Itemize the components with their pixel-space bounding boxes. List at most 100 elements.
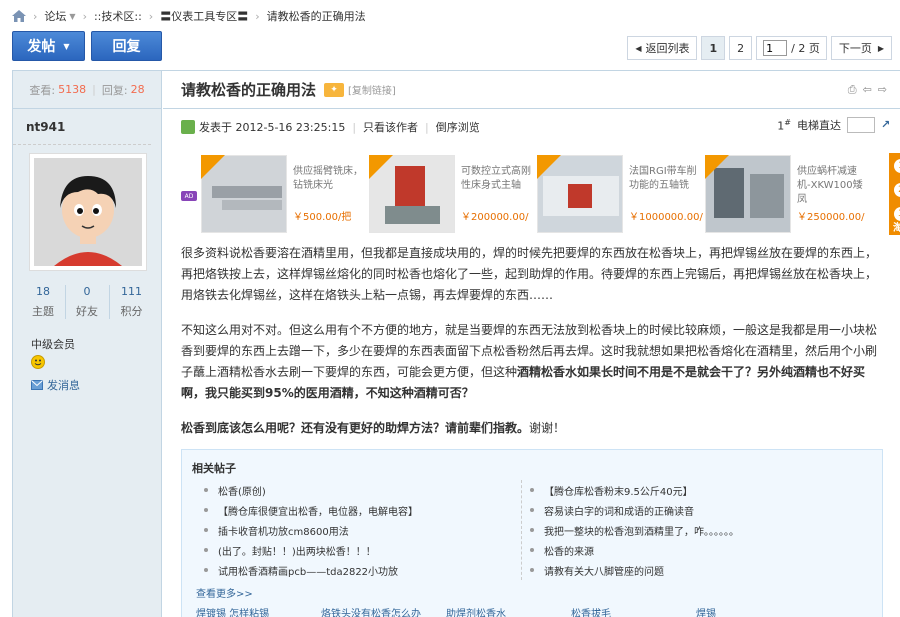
related-item-label: 松香的来源	[544, 546, 594, 558]
stat-label: 积分	[120, 305, 143, 318]
bullet-icon	[530, 528, 534, 532]
ad-strip: AD 供应摇臂铣床，钻铣床光 ￥500.00/把 可数控立式高刚性床身式主轴 ￥…	[181, 153, 900, 235]
next-page-button[interactable]: 下一页 ▶	[830, 36, 892, 60]
post-button[interactable]: 发帖 ▼	[12, 31, 85, 61]
breadcrumb-forum[interactable]: 论坛	[44, 8, 66, 24]
ad-item[interactable]: 法国RGI带车削功能的五轴铣 ￥1000000.00/	[535, 153, 703, 235]
breadcrumb-tech[interactable]: ::技术区::	[94, 8, 142, 24]
back-label: 返回列表	[645, 42, 690, 55]
page-input[interactable]	[763, 40, 788, 56]
ad-item[interactable]: 供应蜗杆减速机-XKW100矮凤 ￥250000.00/	[703, 153, 870, 235]
replies-label: 回复:	[101, 83, 128, 97]
related-item[interactable]: 我把一整块的松香泡到酒精里了，咋。。。。。。	[518, 520, 848, 540]
elevator-label: 电梯直达	[797, 119, 841, 132]
ad-item[interactable]: 供应摇臂铣床，钻铣床光 ￥500.00/把	[199, 153, 366, 235]
ad-price: ￥500.00/把	[293, 212, 352, 223]
ad-price: ￥250000.00/	[797, 212, 865, 223]
thread-frame: 查看: 5138 | 回复: 28 nt941 18 主题 0 好友 111 积…	[12, 70, 900, 617]
user-rank: 中级会员	[31, 338, 75, 351]
bullet-icon	[204, 508, 208, 512]
user-stat-topics[interactable]: 18 主题	[22, 285, 66, 319]
breadcrumb-separator: ›	[255, 9, 260, 23]
home-icon[interactable]	[12, 10, 26, 22]
related-tag[interactable]: 焊镀锡 怎样粘锡	[196, 605, 321, 617]
posted-prefix: 发表于	[199, 121, 232, 134]
related-tag[interactable]: 助焊剂松香水	[446, 605, 571, 617]
related-item-label: 插卡收音机功放cm8600用法	[218, 526, 349, 538]
related-item[interactable]: 松香的来源	[518, 540, 848, 560]
hot-badge-icon: ✦	[324, 82, 345, 97]
ad-side-label: 淘	[893, 223, 900, 234]
user-stats: 18 主题 0 好友 111 积分	[13, 285, 162, 319]
related-item[interactable]: 松香(原创)	[192, 480, 521, 500]
ad-text: 供应摇臂铣床，钻铣床光	[293, 166, 363, 191]
related-item[interactable]: 【腾仓库松香粉末9.5公斤40元】	[518, 480, 848, 500]
post-button-label: 发帖	[27, 39, 56, 55]
related-item[interactable]: 试用松香酒精画pcb——tda2822小功放	[192, 560, 521, 580]
bullet-icon	[204, 528, 208, 532]
elevator-input[interactable]	[847, 117, 875, 133]
back-to-list-button[interactable]: ◀ 返回列表	[627, 36, 698, 60]
page-1-button[interactable]: 1	[701, 36, 726, 60]
breadcrumb-separator: ›	[82, 9, 87, 23]
stat-label: 好友	[76, 305, 98, 318]
bullet-icon	[530, 508, 534, 512]
page-2-button[interactable]: 2	[729, 36, 753, 60]
author-name[interactable]: nt941	[13, 109, 151, 145]
related-item-label: 我把一整块的松香泡到酒精里了，咋。。。。。。	[544, 526, 739, 538]
next-thread-icon[interactable]: ⇨	[878, 83, 887, 97]
related-item-label: 松香(原创)	[218, 486, 266, 498]
ad-page-dot[interactable]: 1	[894, 159, 900, 173]
arrow-right-icon: ▶	[877, 43, 884, 53]
ad-price: ￥1000000.00/	[629, 212, 703, 223]
divider: |	[92, 83, 96, 96]
related-tag[interactable]: 松香拔毛	[571, 605, 696, 617]
breadcrumb-instrument[interactable]: 〓仪表工具专区〓	[160, 8, 248, 24]
go-arrow-icon[interactable]: ↗	[881, 118, 893, 132]
chevron-down-icon: ▼	[63, 41, 70, 51]
page-total: / 2 页	[791, 42, 820, 55]
send-message-link[interactable]: 发消息	[31, 377, 80, 393]
post-paragraph: 松香到底该怎么用呢？还有没有更好的助焊方法？请前辈们指教。谢谢！	[181, 418, 885, 439]
related-item[interactable]: 【腾仓库很便宜出松香，电位器，电解电容】	[192, 500, 521, 520]
floor-nav: 1# 电梯直达 ↗	[777, 117, 893, 133]
print-icon[interactable]: ⎙	[848, 83, 857, 97]
view-more-link[interactable]: 查看更多>>	[196, 585, 253, 600]
smiley-icon	[31, 355, 45, 369]
related-item[interactable]: 请教有关大八脚管座的问题	[518, 560, 848, 580]
avatar[interactable]	[29, 153, 147, 271]
related-column-left: 松香(原创) 【腾仓库很便宜出松香，电位器，电解电容】 插卡收音机功放cm860…	[192, 480, 522, 580]
ad-image	[369, 155, 455, 233]
ad-item[interactable]: 可数控立式高刚性床身式主轴 ￥200000.00/	[367, 153, 534, 235]
views-count: 5138	[58, 83, 87, 96]
related-item-label: 【腾仓库松香粉末9.5公斤40元】	[544, 486, 693, 498]
stat-value: 0	[83, 285, 91, 298]
arrow-left-icon: ◀	[635, 43, 642, 53]
divider: |	[425, 120, 429, 134]
related-tag[interactable]: 焊锡	[696, 605, 821, 617]
related-item-label: (出了。封贴！！)出两块松香！！！	[218, 546, 376, 558]
related-item[interactable]: (出了。封贴！！)出两块松香！！！	[192, 540, 521, 560]
chevron-down-icon[interactable]: ▼	[69, 12, 75, 21]
user-stat-friends[interactable]: 0 好友	[66, 285, 110, 319]
post-paragraph: 很多资料说松香要溶在酒精里用，但我都是直接成块用的，焊的时候先把要焊的东西放在松…	[181, 246, 878, 302]
related-item[interactable]: 容易读白字的词和成语的正确读音	[518, 500, 848, 520]
previous-thread-icon[interactable]: ⇦	[863, 83, 872, 97]
related-tag[interactable]: 烙铁头没有松香怎么办	[321, 605, 446, 617]
stat-label: 主题	[32, 305, 54, 318]
reply-button[interactable]: 回复	[91, 31, 162, 61]
ad-tag: AD	[181, 191, 197, 201]
copy-link[interactable]: [复制链接]	[348, 82, 396, 97]
avatar-illustration	[34, 158, 142, 266]
ad-page-dot[interactable]: 2	[894, 183, 900, 197]
related-column-right: 【腾仓库松香粉末9.5公斤40元】 容易读白字的词和成语的正确读音 我把一整块的…	[518, 480, 848, 580]
breadcrumb-current: 请教松香的正确用法	[266, 10, 366, 23]
user-stat-points[interactable]: 111 积分	[110, 285, 154, 319]
related-tags: 焊镀锡 怎样粘锡 烙铁头没有松香怎么办 助焊剂松香水 松香拔毛 焊锡	[196, 605, 821, 617]
author-only-link[interactable]: 只看该作者	[363, 119, 418, 135]
ad-image	[201, 155, 287, 233]
avatar-image	[34, 158, 142, 266]
reverse-order-link[interactable]: 倒序浏览	[436, 119, 480, 135]
related-item[interactable]: 插卡收音机功放cm8600用法	[192, 520, 521, 540]
breadcrumb-separator: ›	[33, 9, 38, 23]
